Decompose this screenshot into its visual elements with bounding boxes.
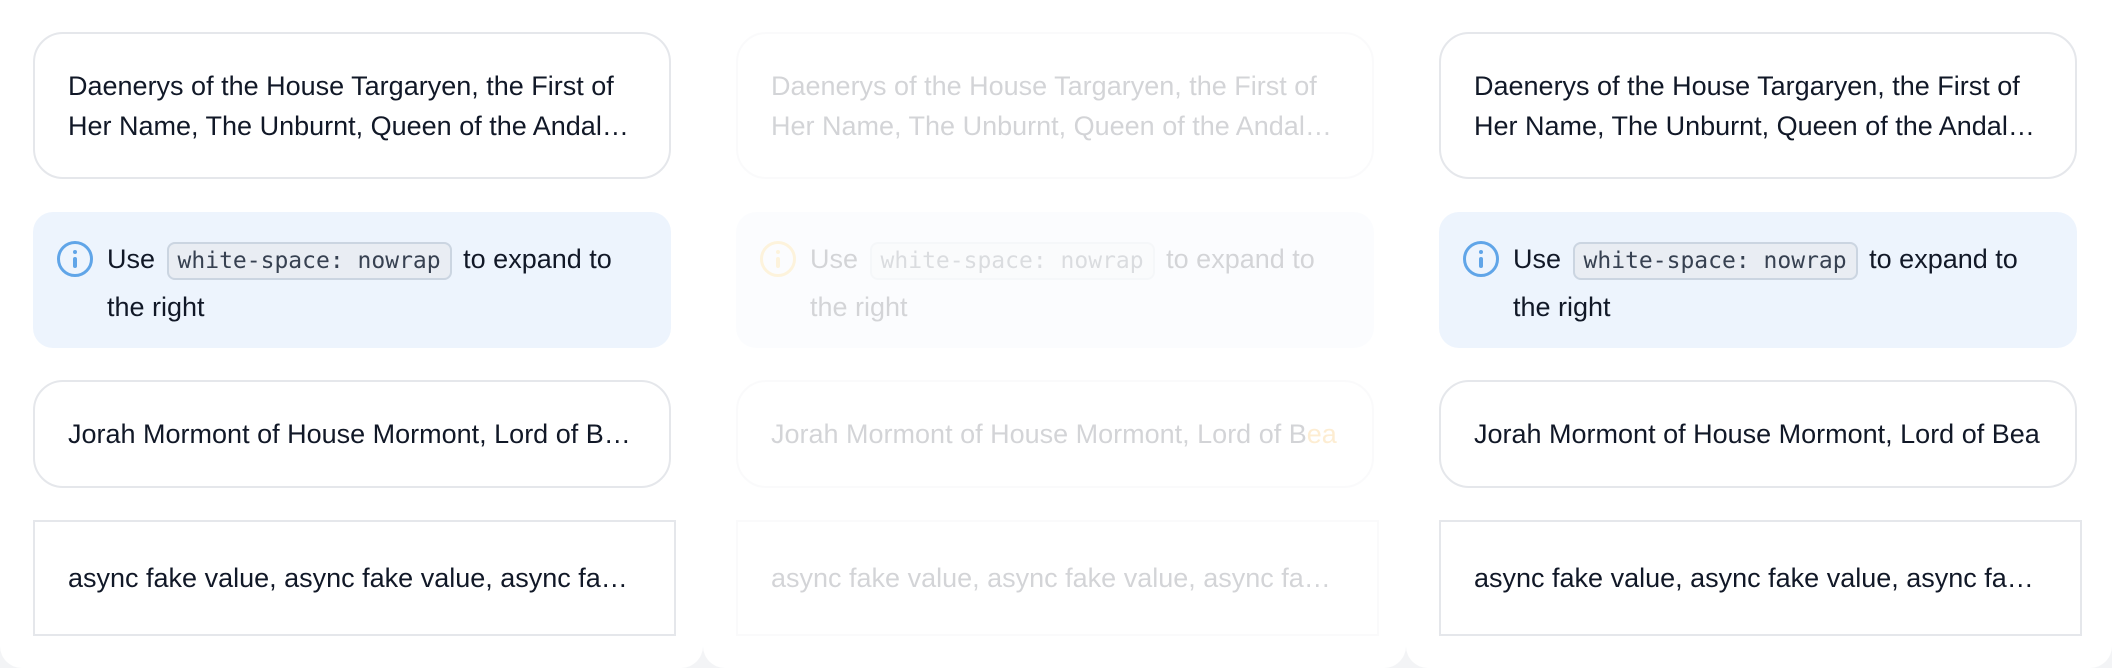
- name-card[interactable]: Jorah Mormont of House Mormont, Lord of …: [1439, 380, 2077, 488]
- async-card-text: async fake value, async fake value, asyn…: [1474, 563, 2045, 593]
- async-card-text: async fake value, async fake value, asyn…: [771, 563, 1342, 593]
- name-card[interactable]: Jorah Mormont of House Mormont, Lord of …: [736, 380, 1374, 488]
- info-text: Use white-space: nowrap to expand to the…: [810, 236, 1344, 330]
- info-code: white-space: nowrap: [869, 242, 1155, 280]
- title-card-text: Daenerys of the House Targaryen, the Fir…: [771, 70, 1326, 141]
- info-icon: [760, 241, 796, 277]
- async-card-text: async fake value, async fake value, asyn…: [68, 563, 639, 593]
- stage: Daenerys of the House Targaryen, the Fir…: [0, 0, 2112, 668]
- title-card[interactable]: Daenerys of the House Targaryen, the Fir…: [1439, 32, 2077, 179]
- info-prefix: Use: [107, 244, 156, 274]
- panel-middle: Daenerys of the House Targaryen, the Fir…: [703, 0, 1406, 668]
- name-card-overflow: ea: [1306, 419, 1337, 449]
- title-card[interactable]: Daenerys of the House Targaryen, the Fir…: [33, 32, 671, 179]
- info-text: Use white-space: nowrap to expand to the…: [1513, 236, 2047, 330]
- info-icon: [57, 241, 93, 277]
- info-alert: Use white-space: nowrap to expand to the…: [1439, 212, 2077, 348]
- info-text: Use white-space: nowrap to expand to the…: [107, 236, 641, 330]
- info-alert: Use white-space: nowrap to expand to the…: [736, 212, 1374, 348]
- panel-right: Daenerys of the House Targaryen, the Fir…: [1406, 0, 2112, 668]
- title-card-text: Daenerys of the House Targaryen, the Fir…: [1474, 70, 2029, 141]
- info-icon: [1463, 241, 1499, 277]
- info-code: white-space: nowrap: [1572, 242, 1858, 280]
- title-card-text: Daenerys of the House Targaryen, the Fir…: [68, 70, 623, 141]
- async-card[interactable]: async fake value, async fake value, asyn…: [736, 520, 1379, 636]
- info-code: white-space: nowrap: [166, 242, 452, 280]
- name-card-text: Jorah Mormont of House Mormont, Lord of …: [1474, 419, 2040, 449]
- async-card[interactable]: async fake value, async fake value, asyn…: [1439, 520, 2082, 636]
- async-card[interactable]: async fake value, async fake value, asyn…: [33, 520, 676, 636]
- info-prefix: Use: [1513, 244, 1562, 274]
- info-prefix: Use: [810, 244, 859, 274]
- name-card-visible: Jorah Mormont of House Mormont, Lord of …: [771, 419, 1307, 449]
- name-card[interactable]: Jorah Mormont of House Mormont, Lord of …: [33, 380, 671, 488]
- name-card-text: Jorah Mormont of House Mormont, Lord of …: [771, 414, 1337, 454]
- info-alert: Use white-space: nowrap to expand to the…: [33, 212, 671, 348]
- name-card-text: Jorah Mormont of House Mormont, Lord of …: [68, 419, 634, 449]
- panel-left: Daenerys of the House Targaryen, the Fir…: [0, 0, 703, 668]
- title-card[interactable]: Daenerys of the House Targaryen, the Fir…: [736, 32, 1374, 179]
